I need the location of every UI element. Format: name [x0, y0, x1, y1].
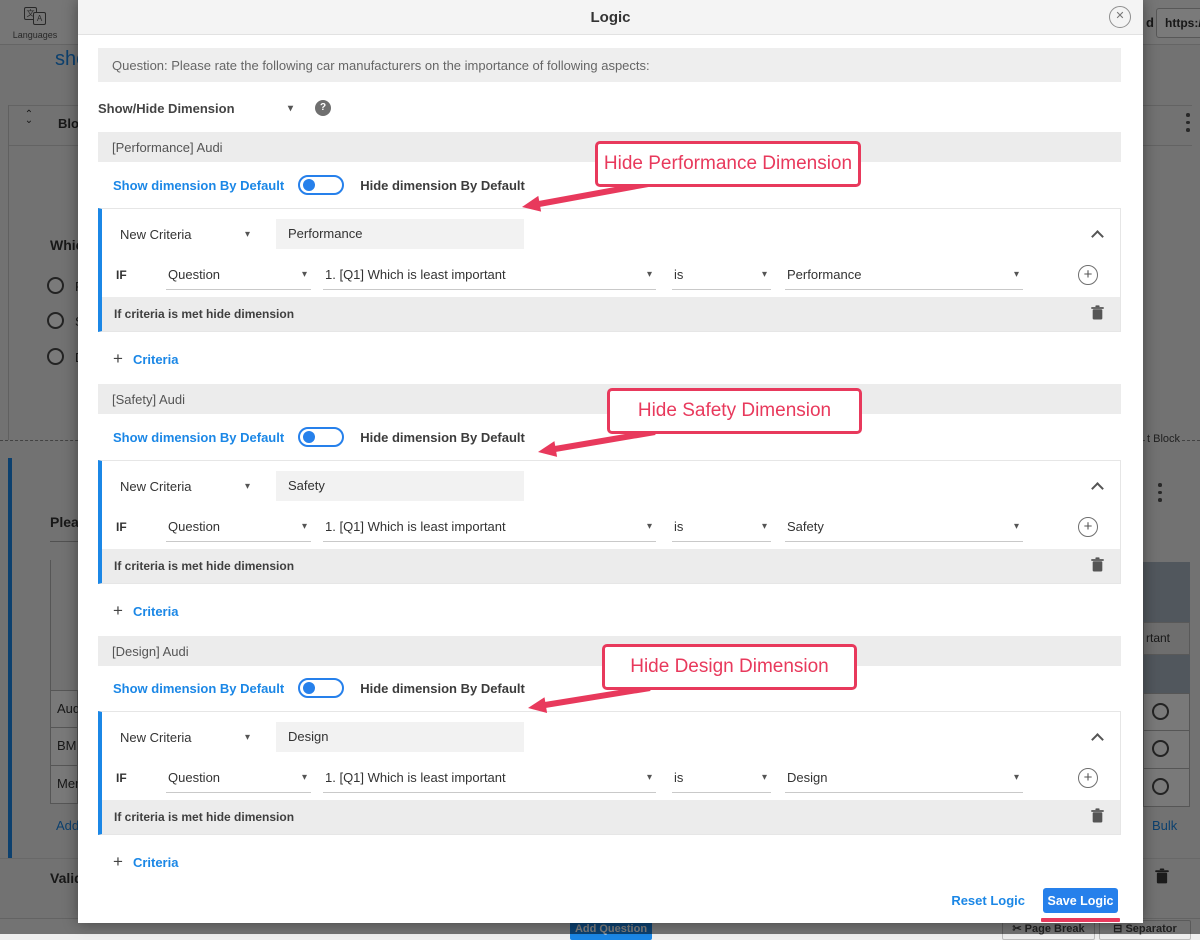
- chevron-down-icon: ▾: [762, 521, 767, 532]
- chevron-down-icon: ▾: [762, 772, 767, 783]
- hide-default-label: Hide dimension By Default: [360, 681, 525, 696]
- criteria-name-input[interactable]: Performance: [276, 219, 524, 249]
- chevron-down-icon: ▾: [1014, 772, 1019, 783]
- modal-title: Logic: [78, 0, 1143, 35]
- if-label: IF: [116, 520, 166, 534]
- chevron-down-icon: ▾: [647, 269, 652, 280]
- chevron-down-icon: ▾: [302, 521, 307, 532]
- show-default-label[interactable]: Show dimension By Default: [113, 178, 284, 193]
- chevron-down-icon: ▾: [245, 481, 250, 492]
- reset-logic-link[interactable]: Reset Logic: [951, 893, 1025, 908]
- condition-value-dropdown[interactable]: Design▾: [785, 763, 1023, 793]
- show-default-label[interactable]: Show dimension By Default: [113, 681, 284, 696]
- condition-question-dropdown[interactable]: 1. [Q1] Which is least important▾: [323, 512, 656, 542]
- if-label: IF: [116, 268, 166, 282]
- default-visibility-toggle[interactable]: [298, 678, 344, 698]
- criteria-met-text: If criteria is met hide dimension: [114, 307, 294, 321]
- plus-icon: +: [113, 852, 123, 872]
- add-criteria-button[interactable]: + Criteria: [98, 349, 1121, 369]
- condition-question-dropdown[interactable]: 1. [Q1] Which is least important▾: [323, 260, 656, 290]
- collapse-card-icon[interactable]: [1091, 230, 1104, 243]
- chevron-down-icon: ▾: [1014, 269, 1019, 280]
- default-visibility-toggle[interactable]: [298, 175, 344, 195]
- condition-question-dropdown[interactable]: 1. [Q1] Which is least important▾: [323, 763, 656, 793]
- delete-criteria-icon[interactable]: [1091, 557, 1104, 575]
- add-condition-icon[interactable]: +: [1078, 265, 1098, 285]
- if-label: IF: [116, 771, 166, 785]
- chevron-down-icon: ▾: [647, 772, 652, 783]
- chevron-down-icon: ▾: [302, 772, 307, 783]
- annotation-hide-design: Hide Design Dimension: [602, 644, 857, 690]
- criteria-card-design: New Criteria ▾ Design IF Question▾ 1. [Q…: [98, 711, 1121, 835]
- chevron-down-icon: ▾: [245, 229, 250, 240]
- criteria-name-input[interactable]: Safety: [276, 471, 524, 501]
- modal-footer: Reset Logic Save Logic: [98, 888, 1121, 913]
- chevron-down-icon: ▾: [762, 269, 767, 280]
- annotation-hide-performance: Hide Performance Dimension: [595, 141, 861, 187]
- logic-type-row: Show/Hide Dimension ▾ ?: [98, 95, 1121, 121]
- delete-criteria-icon[interactable]: [1091, 808, 1104, 826]
- delete-criteria-icon[interactable]: [1091, 305, 1104, 323]
- add-condition-icon[interactable]: +: [1078, 517, 1098, 537]
- criteria-met-text: If criteria is met hide dimension: [114, 810, 294, 824]
- plus-icon: +: [113, 601, 123, 621]
- chevron-down-icon: ▾: [647, 521, 652, 532]
- collapse-card-icon[interactable]: [1091, 482, 1104, 495]
- condition-value-dropdown[interactable]: Safety▾: [785, 512, 1023, 542]
- condition-subject-dropdown[interactable]: Question▾: [166, 512, 311, 542]
- criteria-type-dropdown[interactable]: New Criteria ▾: [120, 479, 250, 494]
- criteria-name-input[interactable]: Design: [276, 722, 524, 752]
- chevron-down-icon: ▾: [1014, 521, 1019, 532]
- show-default-label[interactable]: Show dimension By Default: [113, 430, 284, 445]
- condition-operator-dropdown[interactable]: is▾: [672, 260, 771, 290]
- condition-value-dropdown[interactable]: Performance▾: [785, 260, 1023, 290]
- criteria-type-dropdown[interactable]: New Criteria ▾: [120, 227, 250, 242]
- chevron-down-icon: ▾: [288, 103, 293, 114]
- hide-default-label: Hide dimension By Default: [360, 178, 525, 193]
- chevron-down-icon: ▾: [302, 269, 307, 280]
- add-condition-icon[interactable]: +: [1078, 768, 1098, 788]
- criteria-met-text: If criteria is met hide dimension: [114, 559, 294, 573]
- logic-type-dropdown[interactable]: Show/Hide Dimension ▾: [98, 101, 293, 116]
- question-context-bar: Question: Please rate the following car …: [98, 48, 1121, 82]
- close-icon[interactable]: ✕: [1109, 6, 1131, 28]
- add-criteria-button[interactable]: + Criteria: [98, 601, 1121, 621]
- hide-default-label: Hide dimension By Default: [360, 430, 525, 445]
- criteria-card-performance: New Criteria ▾ Performance IF Question▾ …: [98, 208, 1121, 332]
- default-visibility-toggle[interactable]: [298, 427, 344, 447]
- condition-subject-dropdown[interactable]: Question▾: [166, 763, 311, 793]
- criteria-type-dropdown[interactable]: New Criteria ▾: [120, 730, 250, 745]
- help-icon[interactable]: ?: [315, 100, 331, 116]
- condition-operator-dropdown[interactable]: is▾: [672, 763, 771, 793]
- criteria-card-safety: New Criteria ▾ Safety IF Question▾ 1. [Q…: [98, 460, 1121, 584]
- condition-operator-dropdown[interactable]: is▾: [672, 512, 771, 542]
- modal-header: Logic ✕: [78, 0, 1143, 35]
- add-criteria-button[interactable]: + Criteria: [98, 852, 1121, 872]
- save-logic-button[interactable]: Save Logic: [1043, 888, 1118, 913]
- chevron-down-icon: ▾: [245, 732, 250, 743]
- collapse-card-icon[interactable]: [1091, 733, 1104, 746]
- plus-icon: +: [113, 349, 123, 369]
- annotation-hide-safety: Hide Safety Dimension: [607, 388, 862, 434]
- condition-subject-dropdown[interactable]: Question▾: [166, 260, 311, 290]
